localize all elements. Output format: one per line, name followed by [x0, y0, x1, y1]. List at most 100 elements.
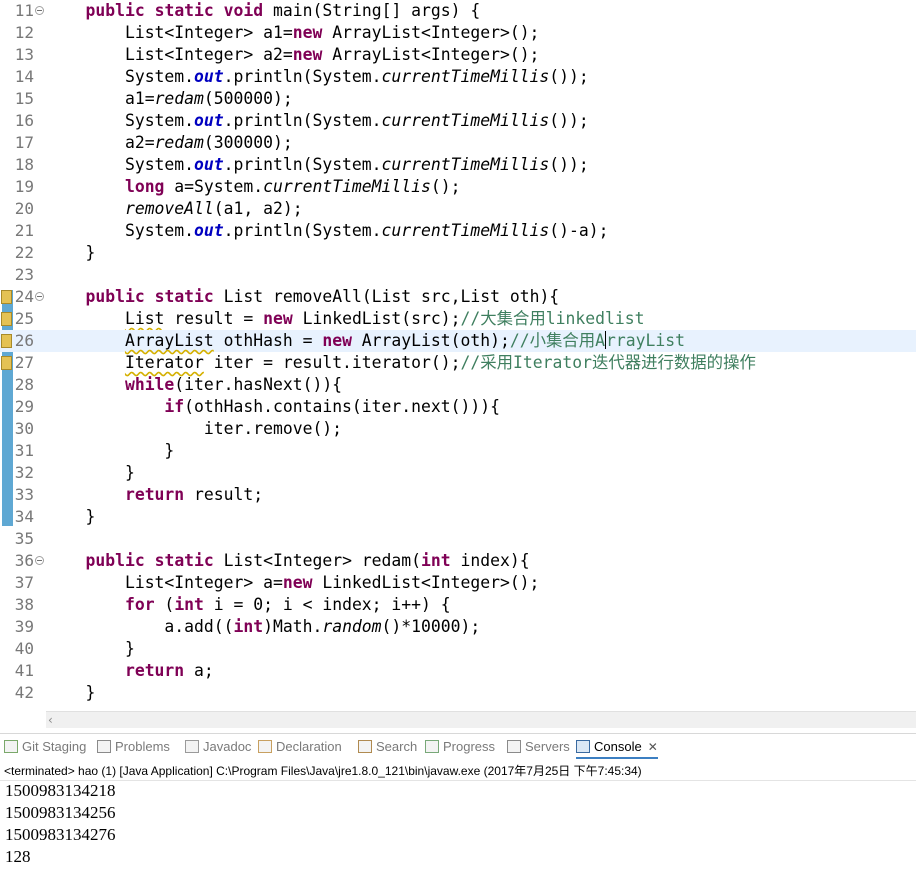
fold-collapse-icon[interactable] [35, 292, 44, 301]
code-token: long [124, 177, 165, 196]
tab-javadoc[interactable]: Javadoc [185, 734, 251, 759]
code-editor[interactable]: 11 public static void main(String[] args… [0, 0, 916, 711]
code-token: return [124, 661, 185, 680]
code-line[interactable]: 33 return result; [0, 484, 916, 506]
editor-horizontal-scrollbar[interactable]: ‹ [46, 711, 916, 728]
code-line[interactable]: 17 a2=redam(300000); [0, 132, 916, 154]
code-line[interactable]: 35 [0, 528, 916, 550]
code-line[interactable]: 40 } [0, 638, 916, 660]
code-token: index){ [450, 551, 530, 570]
line-number: 14 [14, 67, 34, 86]
code-line[interactable]: 19 long a=System.currentTimeMillis(); [0, 176, 916, 198]
code-token: int [174, 595, 204, 614]
code-line[interactable]: 18 System.out.println(System.currentTime… [0, 154, 916, 176]
console-icon [576, 740, 590, 753]
code-token: .println(System. [223, 111, 382, 130]
code-text: removeAll(a1, a2); [46, 198, 303, 220]
code-line[interactable]: 14 System.out.println(System.currentTime… [0, 66, 916, 88]
code-token: if [164, 397, 185, 416]
code-token: public [85, 287, 145, 306]
console-output-line: 1500983134218 [5, 781, 116, 800]
code-line[interactable]: 36 public static List<Integer> redam(int… [0, 550, 916, 572]
tab-git-staging[interactable]: Git Staging [4, 734, 86, 759]
code-line[interactable]: 41 return a; [0, 660, 916, 682]
tab-search[interactable]: Search [358, 734, 417, 759]
close-icon[interactable]: ✕ [648, 740, 658, 754]
code-token: } [85, 683, 96, 702]
code-line[interactable]: 28 while(iter.hasNext()){ [0, 374, 916, 396]
code-line[interactable]: 11 public static void main(String[] args… [0, 0, 916, 22]
code-token: iter = result.iterator(); [203, 353, 461, 372]
code-text: public static List removeAll(List src,Li… [46, 286, 559, 308]
tab-progress[interactable]: Progress [425, 734, 495, 759]
code-line[interactable]: 13 List<Integer> a2=new ArrayList<Intege… [0, 44, 916, 66]
tab-declaration[interactable]: Declaration [258, 734, 342, 759]
code-line[interactable]: 42 } [0, 682, 916, 704]
javadoc-icon [185, 740, 199, 753]
tab-label: Javadoc [203, 739, 252, 754]
line-number: 16 [14, 111, 34, 130]
code-token: List<Integer> a2= [124, 45, 293, 64]
code-line[interactable]: 32 } [0, 462, 916, 484]
scroll-left-icon[interactable]: ‹ [48, 712, 53, 728]
declaration-icon [258, 740, 272, 753]
code-token: List<Integer> a= [124, 573, 283, 592]
code-text: return a; [46, 660, 214, 682]
tab-problems[interactable]: Problems [97, 734, 170, 759]
code-line[interactable]: 16 System.out.println(System.currentTime… [0, 110, 916, 132]
code-token: new [282, 573, 313, 592]
line-number: 30 [14, 419, 34, 438]
fold-collapse-icon[interactable] [35, 6, 44, 15]
code-token: new [263, 309, 293, 328]
progress-icon [425, 740, 439, 753]
code-token: ()); [549, 155, 589, 174]
code-text: } [46, 682, 95, 704]
code-line[interactable]: 34 } [0, 506, 916, 528]
code-line[interactable]: 31 } [0, 440, 916, 462]
code-line[interactable]: 29 if(othHash.contains(iter.next())){ [0, 396, 916, 418]
code-token: List [124, 309, 165, 328]
code-token: LinkedList(src); [292, 309, 461, 328]
code-text: } [46, 440, 174, 462]
line-number: 28 [14, 375, 34, 394]
code-token: .println(System. [223, 67, 382, 86]
problems-icon [97, 740, 111, 753]
code-token: (300000); [203, 133, 293, 152]
code-token: iter.remove(); [203, 419, 343, 438]
code-line[interactable]: 23 [0, 264, 916, 286]
code-text: List result = new LinkedList(src);//大集合用… [46, 308, 645, 330]
code-line[interactable]: 39 a.add((int)Math.random()*10000); [0, 616, 916, 638]
code-token: currentTimeMillis [381, 67, 550, 86]
line-number: 15 [14, 89, 34, 108]
line-number: 17 [14, 133, 34, 152]
code-line[interactable]: 27 Iterator iter = result.iterator();//采… [0, 352, 916, 374]
code-line[interactable]: 30 iter.remove(); [0, 418, 916, 440]
code-line[interactable]: 24 public static List removeAll(List src… [0, 286, 916, 308]
code-token: i = 0; i < index; i++) { [203, 595, 451, 614]
code-text: public static void main(String[] args) { [46, 0, 480, 22]
line-number: 24 [14, 287, 34, 306]
code-line[interactable]: 22 } [0, 242, 916, 264]
code-token: new [292, 45, 323, 64]
fold-collapse-icon[interactable] [35, 556, 44, 565]
tab-label: Search [376, 739, 418, 754]
tab-servers[interactable]: Servers [507, 734, 570, 759]
code-token: currentTimeMillis [381, 155, 550, 174]
console-view[interactable]: <terminated> hao (1) [Java Application] … [0, 759, 916, 875]
code-token: currentTimeMillis [381, 221, 550, 240]
line-number: 42 [14, 683, 34, 702]
code-token: rrayList [606, 331, 685, 350]
console-output-line: 1500983134256 [5, 803, 116, 822]
code-line[interactable]: 15 a1=redam(500000); [0, 88, 916, 110]
code-line[interactable]: 25 List result = new LinkedList(src);//大… [0, 308, 916, 330]
code-token: ArrayList<Integer>(); [322, 45, 540, 64]
code-line[interactable]: 37 List<Integer> a=new LinkedList<Intege… [0, 572, 916, 594]
tab-console[interactable]: Console ✕ [576, 734, 658, 759]
code-line[interactable]: 12 List<Integer> a1=new ArrayList<Intege… [0, 22, 916, 44]
code-line[interactable]: 38 for (int i = 0; i < index; i++) { [0, 594, 916, 616]
code-token: public [85, 551, 145, 570]
line-number: 19 [14, 177, 34, 196]
code-line[interactable]: 26 ArrayList othHash = new ArrayList(oth… [0, 330, 916, 352]
code-line[interactable]: 21 System.out.println(System.currentTime… [0, 220, 916, 242]
code-line[interactable]: 20 removeAll(a1, a2); [0, 198, 916, 220]
